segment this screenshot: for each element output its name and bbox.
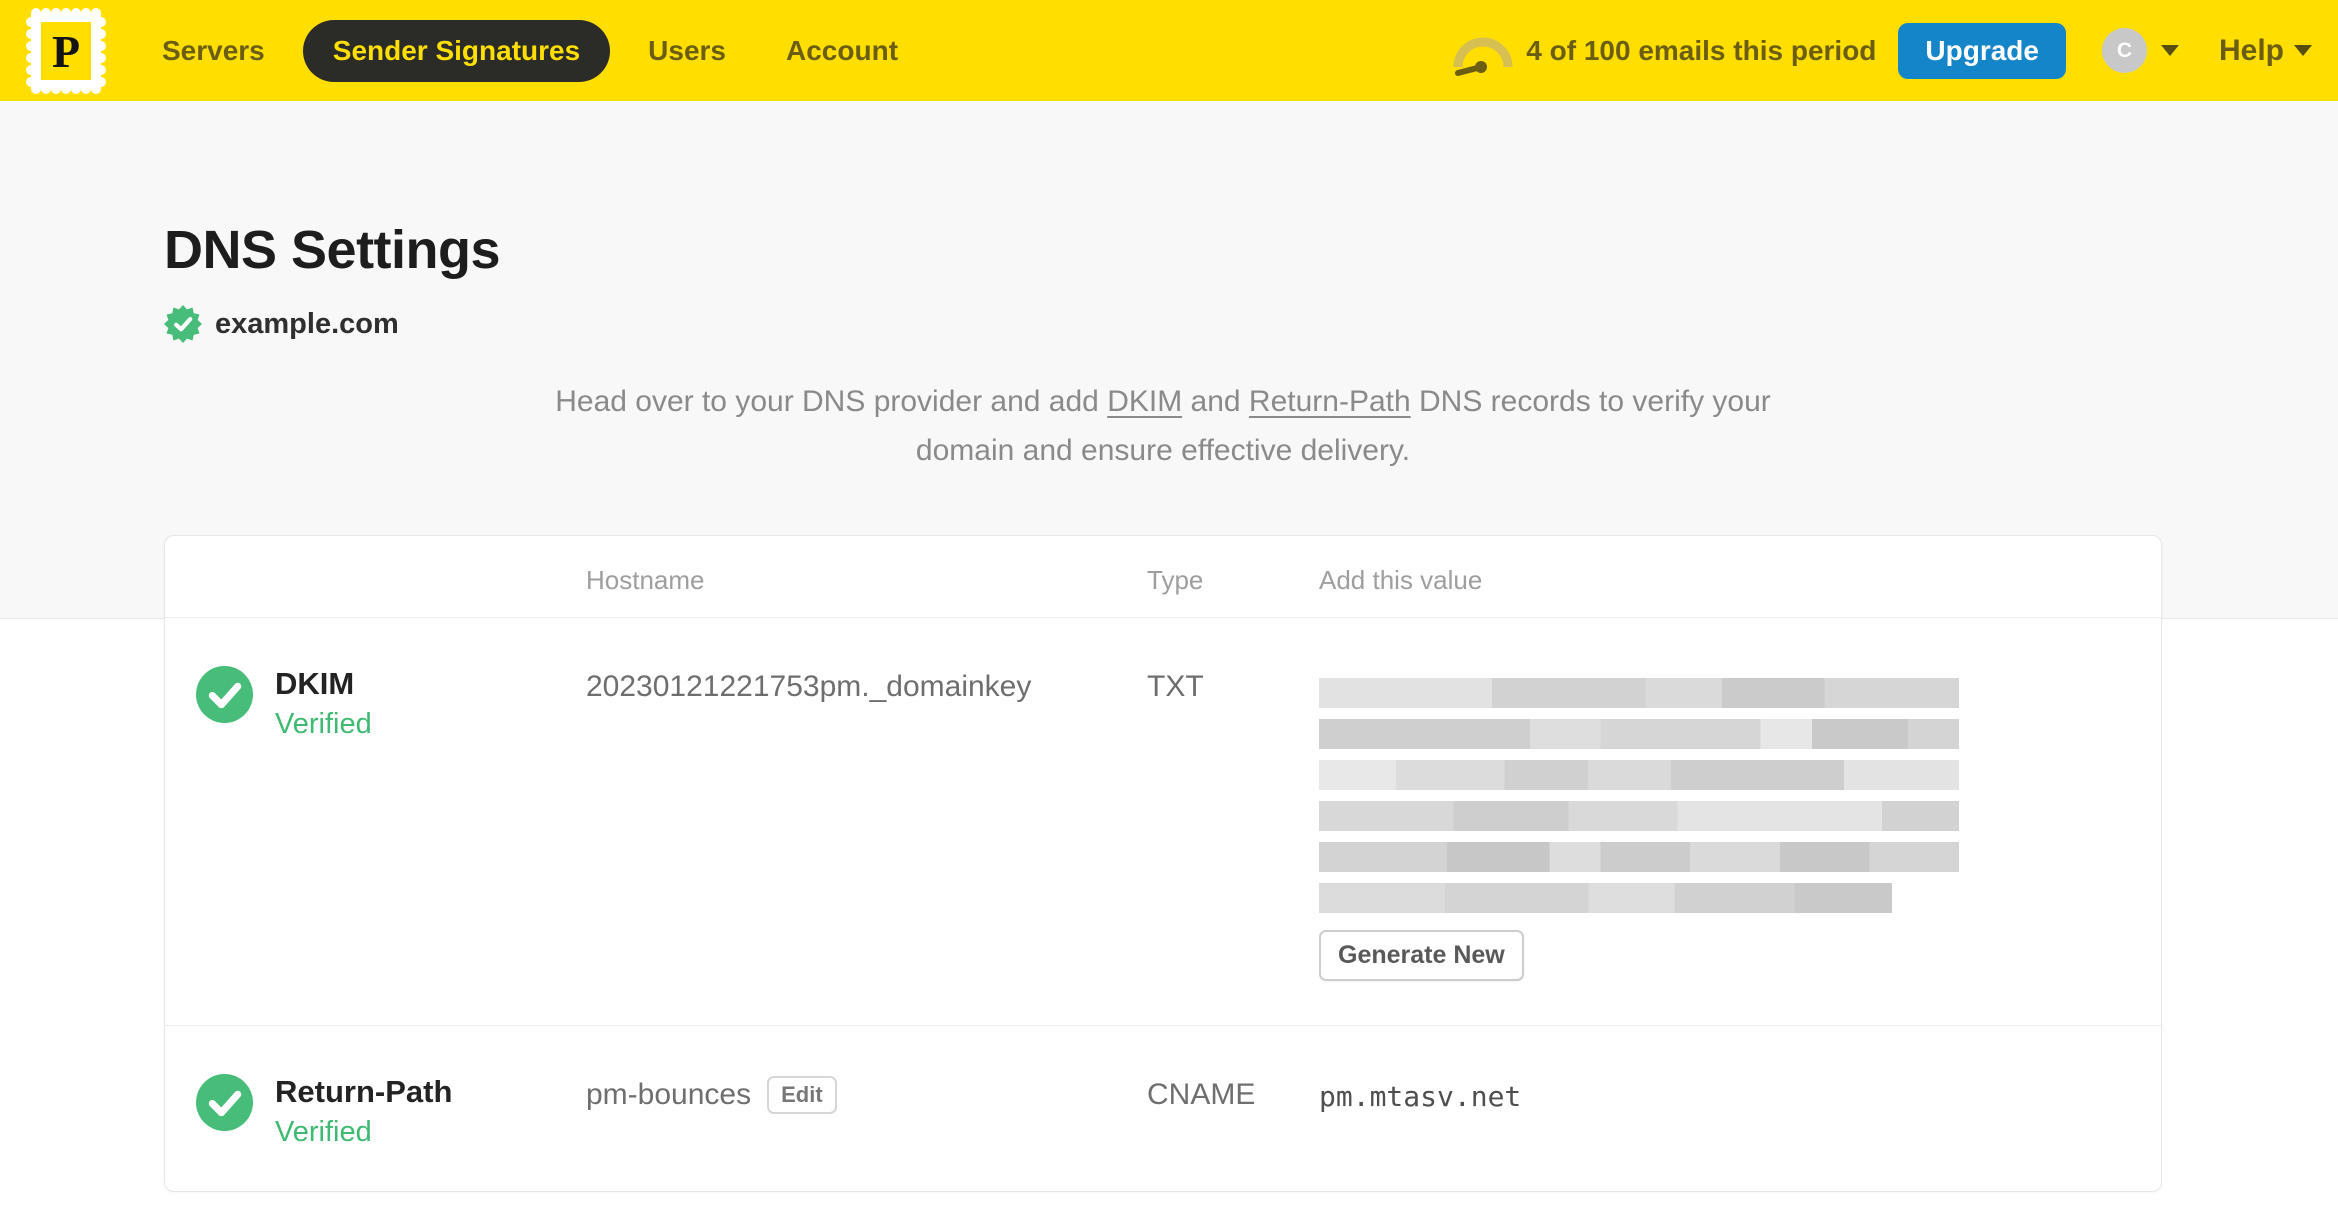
return-path-type-cell: CNAME — [1147, 1078, 1256, 1111]
redacted-value-line — [1319, 760, 1959, 790]
status-badge: Verified — [275, 1116, 372, 1148]
return-path-link[interactable]: Return-Path — [1249, 385, 1411, 418]
verified-seal-icon — [164, 305, 202, 343]
verified-domain: example.com — [164, 305, 2162, 343]
domain-name: example.com — [215, 307, 399, 340]
dkim-name-cell: DKIM Verified — [165, 618, 586, 1025]
avatar[interactable]: C — [2101, 28, 2147, 73]
postmark-logo[interactable]: P — [26, 7, 106, 94]
nav-item-account[interactable]: Account — [764, 21, 920, 81]
header-hostname: Hostname — [586, 565, 705, 595]
table-header-row: Hostname Type Add this value — [165, 536, 2161, 618]
primary-nav: Servers Sender Signatures Users Account — [140, 19, 920, 82]
nav-item-sender-signatures[interactable]: Sender Signatures — [302, 19, 611, 82]
edit-button[interactable]: Edit — [767, 1076, 837, 1114]
usage-gauge-icon — [1453, 37, 1513, 76]
header-type: Type — [1147, 565, 1204, 595]
instruction-text: Head over to your DNS provider and add — [555, 385, 1108, 418]
help-label: Help — [2218, 33, 2284, 67]
top-navbar: P Servers Sender Signatures Users Accoun… — [0, 0, 2338, 101]
verified-check-icon — [196, 1074, 253, 1131]
chevron-down-icon — [2294, 45, 2312, 56]
redacted-value-line — [1319, 883, 1892, 913]
main-content: DNS Settings example.com Head over to yo… — [164, 222, 2162, 1192]
chevron-down-icon — [2160, 45, 2179, 56]
header-spacer — [165, 536, 586, 617]
status-badge: Verified — [275, 708, 372, 740]
svg-text:P: P — [52, 26, 80, 77]
generate-new-button[interactable]: Generate New — [1319, 930, 1524, 981]
dkim-hostname-cell: 20230121221753pm._domainkey — [586, 618, 1147, 1025]
dns-records-card: Hostname Type Add this value DKIM Verifi… — [164, 535, 2162, 1192]
nav-item-servers[interactable]: Servers — [140, 21, 287, 81]
upgrade-button[interactable]: Upgrade — [1898, 22, 2066, 79]
return-path-name-cell: Return-Path Verified — [165, 1026, 586, 1191]
help-menu[interactable]: Help — [2219, 34, 2312, 68]
hostname-value: 20230121221753pm._domainkey — [586, 670, 1032, 703]
table-row-return-path: Return-Path Verified pm-bounces Edit CNA… — [165, 1026, 2161, 1191]
hostname-value: pm-bounces — [586, 1078, 752, 1111]
dkim-type-cell: TXT — [1147, 670, 1204, 703]
instruction-text: and — [1182, 385, 1249, 418]
dns-instructions: Head over to your DNS provider and add D… — [533, 377, 1793, 475]
navbar-right: 4 of 100 emails this period Upgrade C He… — [1452, 22, 2312, 79]
return-path-hostname-cell: pm-bounces Edit — [586, 1026, 1147, 1191]
usage-text: 4 of 100 emails this period — [1526, 34, 1877, 66]
redacted-value-line — [1319, 719, 1959, 749]
account-menu[interactable]: C — [2101, 28, 2179, 73]
redacted-value-line — [1319, 842, 1959, 872]
table-row-dkim: DKIM Verified 20230121221753pm._domainke… — [165, 618, 2161, 1025]
page-title: DNS Settings — [164, 220, 501, 280]
record-name: DKIM — [275, 666, 355, 701]
redacted-value-line — [1319, 801, 1959, 831]
dkim-value-cell: Generate New — [1319, 618, 2161, 1025]
verified-check-icon — [196, 666, 253, 723]
redacted-value-line — [1319, 678, 1959, 708]
header-value: Add this value — [1319, 565, 1483, 595]
nav-item-users[interactable]: Users — [626, 21, 748, 81]
record-name: Return-Path — [275, 1074, 453, 1109]
dkim-link[interactable]: DKIM — [1107, 385, 1182, 418]
return-path-value-cell: pm.mtasv.net — [1319, 1080, 1522, 1113]
